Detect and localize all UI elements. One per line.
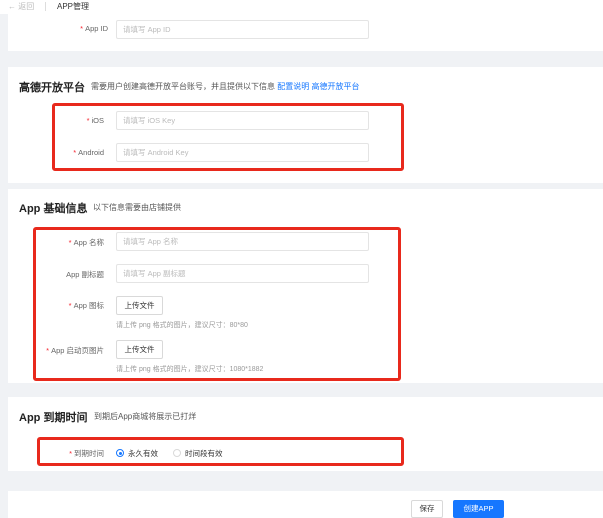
footer-bar [8,491,603,518]
save-button[interactable]: 保存 [411,500,443,518]
create-app-button[interactable]: 创建APP [453,500,504,518]
radio-checked-icon [116,449,124,457]
radio-period[interactable]: 时间段有效 [173,448,223,459]
divider [45,2,46,11]
radio-forever[interactable]: 永久有效 [116,448,158,459]
basic-title: App 基础信息 [19,203,88,215]
app-name-input[interactable]: 请填写 App 名称 [116,232,369,251]
icon-upload-button[interactable]: 上传文件 [116,296,163,315]
top-bar: ← 返回 APP管理 [0,0,603,14]
expire-section: App 到期时间 到期后App商城将展示已打烊 * 到期时间 永久有效 时间段有效 [8,397,603,471]
basic-desc: 以下信息需要由店铺提供 [93,203,181,212]
app-id-label: * App ID [80,24,108,33]
required-mark: * [80,24,84,33]
splash-upload-button[interactable]: 上传文件 [116,340,163,359]
app-name-label: * App 名称 [68,238,104,247]
android-key-input[interactable]: 请填写 Android Key [116,143,369,162]
gaode-section: 高德开放平台 需要用户创建高德开放平台账号，并且提供以下信息 配置说明 高德开放… [8,67,603,183]
app-subtitle-label: App 副标题 [66,270,104,279]
back-link[interactable]: ← 返回 [8,1,34,12]
basic-info-section: App 基础信息 以下信息需要由店铺提供 * App 名称 请填写 App 名称 … [8,189,603,383]
required-mark: * [68,238,72,247]
app-subtitle-input[interactable]: 请填写 App 副标题 [116,264,369,283]
expire-title: App 到期时间 [19,412,88,424]
page-title: APP管理 [57,2,90,11]
app-id-input[interactable]: 请填写 App ID [116,20,369,39]
expire-desc: 到期后App商城将展示已打烊 [94,412,197,421]
splash-label: * App 启动页图片 [46,346,104,355]
required-mark: * [86,116,90,125]
icon-hint: 请上传 png 格式的图片，建议尺寸：80*80 [116,322,248,329]
app-id-section: * App ID 请填写 App ID [8,14,603,51]
radio-unchecked-icon [173,449,181,457]
app-icon-label: * App 图标 [68,301,104,310]
config-guide-link[interactable]: 配置说明 [277,82,309,91]
required-mark: * [69,449,72,458]
expire-label: * 到期时间 [69,449,104,458]
splash-hint: 请上传 png 格式的图片，建议尺寸：1080*1882 [116,366,264,373]
required-mark: * [68,301,72,310]
required-mark: * [73,148,77,157]
gaode-title: 高德开放平台 [19,82,85,94]
android-label: * Android [73,148,104,157]
gaode-platform-link[interactable]: 高德开放平台 [311,82,359,91]
gaode-desc: 需要用户创建高德开放平台账号，并且提供以下信息 配置说明 高德开放平台 [91,82,360,91]
ios-key-input[interactable]: 请填写 iOS Key [116,111,369,130]
required-mark: * [46,346,50,355]
ios-label: * iOS [86,116,104,125]
